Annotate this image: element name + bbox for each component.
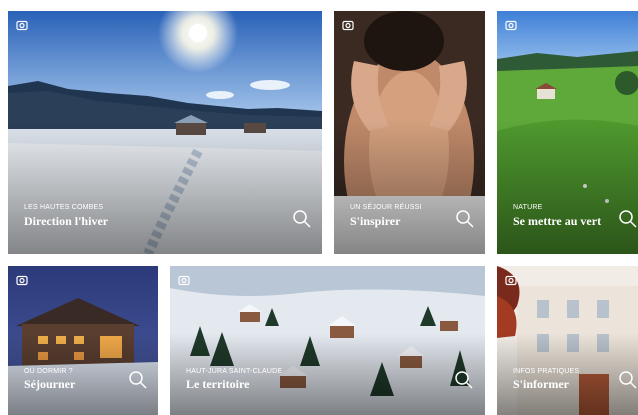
camera-icon bbox=[342, 20, 354, 31]
tile-kicker: INFOS PRATIQUES bbox=[513, 368, 580, 375]
camera-icon bbox=[505, 275, 517, 286]
camera-icon bbox=[16, 20, 28, 31]
tile-sejourner[interactable]: OÙ DORMIR ? Séjourner bbox=[8, 266, 158, 415]
tile-title: Le territoire bbox=[186, 377, 250, 391]
camera-icon bbox=[505, 20, 517, 31]
search-icon[interactable] bbox=[618, 209, 638, 229]
tile-le-territoire[interactable]: HAUT-JURA SAINT-CLAUDE Le territoire bbox=[170, 266, 485, 415]
tile-title: Direction l'hiver bbox=[24, 214, 109, 228]
tile-sinformer[interactable]: INFOS PRATIQUES S'informer bbox=[497, 266, 638, 415]
tile-se-mettre-au-vert[interactable]: NATURE Se mettre au vert bbox=[497, 11, 638, 254]
tile-title: Se mettre au vert bbox=[513, 214, 602, 228]
tile-kicker: UN SÉJOUR RÉUSSI bbox=[350, 204, 422, 211]
search-icon[interactable] bbox=[128, 370, 148, 390]
search-icon[interactable] bbox=[454, 370, 474, 390]
tile-kicker: NATURE bbox=[513, 204, 543, 211]
tile-title: S'informer bbox=[513, 377, 569, 391]
tile-title: S'inspirer bbox=[350, 214, 401, 228]
search-icon[interactable] bbox=[292, 209, 312, 229]
tile-direction-hiver[interactable]: LES HAUTES COMBES Direction l'hiver bbox=[8, 11, 322, 254]
search-icon[interactable] bbox=[455, 209, 475, 229]
camera-icon bbox=[16, 275, 28, 286]
tile-title: Séjourner bbox=[24, 377, 76, 391]
camera-icon bbox=[178, 275, 190, 286]
search-icon[interactable] bbox=[618, 370, 638, 390]
tile-kicker: HAUT-JURA SAINT-CLAUDE bbox=[186, 368, 283, 375]
tile-sinspirer[interactable]: UN SÉJOUR RÉUSSI S'inspirer bbox=[334, 11, 485, 254]
tile-kicker: OÙ DORMIR ? bbox=[24, 368, 73, 375]
tile-kicker: LES HAUTES COMBES bbox=[24, 204, 104, 211]
